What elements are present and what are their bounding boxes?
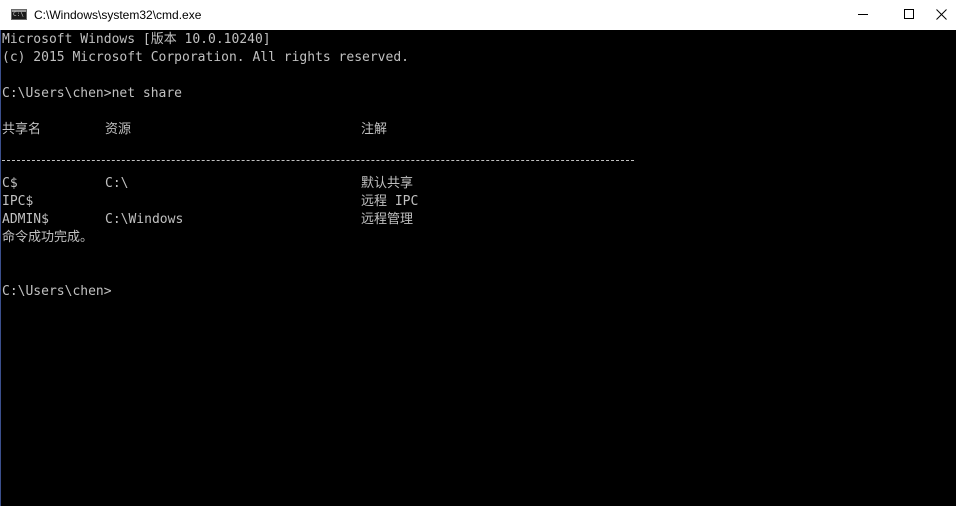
- share-remark: 远程管理: [361, 212, 414, 227]
- console-output[interactable]: Microsoft Windows [版本 10.0.10240] (c) 20…: [2, 30, 952, 506]
- share-remark: 远程 IPC: [361, 194, 419, 209]
- header-remark: 注解: [361, 122, 388, 137]
- title-bar[interactable]: C:\ C:\Windows\system32\cmd.exe: [0, 0, 956, 30]
- share-name: ADMIN$: [2, 212, 49, 227]
- table-header-row: 共享名 资源 注解: [2, 121, 642, 139]
- result-message: 命令成功完成。: [2, 230, 94, 245]
- cmd-window: C:\ C:\Windows\system32\cmd.exe Microsof…: [0, 0, 956, 506]
- share-resource: C:\: [105, 176, 129, 191]
- table-row: C$ C:\ 默认共享: [2, 175, 642, 193]
- share-name: C$: [2, 176, 18, 191]
- header-share-name: 共享名: [2, 122, 42, 137]
- command-line: C:\Users\chen>net share: [2, 86, 183, 101]
- minimize-icon: [858, 14, 868, 15]
- table-divider: [2, 160, 634, 161]
- minimize-button[interactable]: [840, 0, 886, 30]
- share-remark: 默认共享: [361, 176, 414, 191]
- table-row: ADMIN$ C:\Windows 远程管理: [2, 211, 642, 229]
- share-name: IPC$: [2, 194, 34, 209]
- cmd-icon[interactable]: C:\: [11, 9, 27, 20]
- close-button[interactable]: [925, 0, 956, 30]
- maximize-icon: [904, 9, 914, 19]
- header-line-2: (c) 2015 Microsoft Corporation. All righ…: [2, 50, 409, 65]
- window-border: [0, 30, 1, 506]
- close-icon: [936, 9, 947, 20]
- header-line-1: Microsoft Windows [版本 10.0.10240]: [2, 32, 271, 47]
- table-row: IPC$ 远程 IPC: [2, 193, 642, 211]
- header-resource: 资源: [105, 122, 132, 137]
- window-title: C:\Windows\system32\cmd.exe: [34, 8, 202, 22]
- share-resource: C:\Windows: [105, 212, 184, 227]
- prompt-line[interactable]: C:\Users\chen>: [2, 283, 112, 301]
